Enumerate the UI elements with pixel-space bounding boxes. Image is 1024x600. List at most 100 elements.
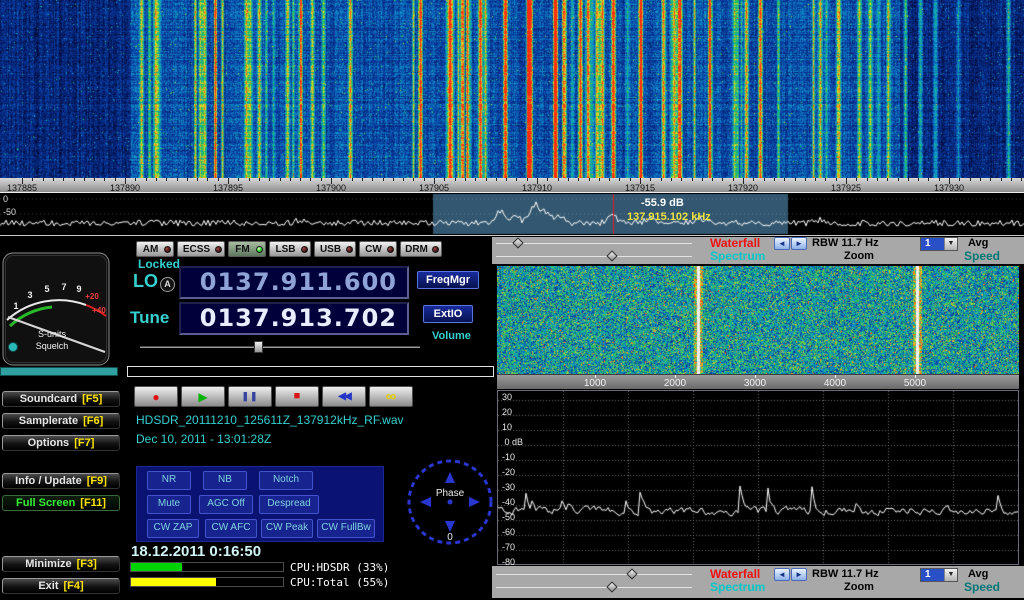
tune-frequency-display[interactable]: 0137.913.702 — [179, 302, 409, 335]
loop-icon: ∞ — [386, 390, 397, 404]
sidebar-button-full-screen[interactable]: Full Screen[F11] — [2, 495, 120, 511]
af-scroll-right-button[interactable]: ► — [791, 568, 807, 581]
squelch-level-bar[interactable] — [127, 366, 494, 377]
ruler-tick — [980, 178, 981, 181]
phase-dial[interactable]: Phase 0 — [404, 456, 496, 548]
af-waterfall-amplitude-slider[interactable] — [496, 568, 692, 581]
sub-waterfall-display[interactable] — [497, 266, 1019, 374]
dsp-button-cw-peak[interactable]: CW Peak — [261, 519, 313, 538]
loop-button[interactable]: ∞ — [369, 386, 413, 407]
mode-button-am[interactable]: AM — [136, 241, 174, 257]
dsp-button-notch[interactable]: Notch — [259, 471, 313, 490]
spectrum-db-label-m50: -50 — [3, 207, 16, 217]
rf-avg-select[interactable]: 1 ▼ — [920, 237, 958, 251]
lo-frequency-display[interactable]: 0137.911.600 — [179, 266, 409, 299]
ruler-frequency-label: 137920 — [728, 183, 758, 193]
sidebar-button-fkey: [F9] — [87, 475, 107, 487]
mode-button-ecss[interactable]: ECSS — [177, 241, 225, 257]
pause-button[interactable]: ❚❚ — [228, 386, 272, 407]
ruler-tick — [444, 178, 445, 181]
scale-label: 1000 — [584, 378, 606, 389]
ruler-tick — [486, 178, 487, 181]
play-button[interactable]: ▶ — [181, 386, 225, 407]
rf-zoom-slider-handle[interactable] — [606, 250, 617, 261]
ruler-tick — [94, 178, 95, 181]
sub-spectrum-area[interactable]: 302010 0 dB-10-20-30-40-50-60-70-80 — [497, 390, 1019, 565]
dsp-panel: NR NB Notch Mute AGC Off Despread CW ZAP CW AFC… — [136, 466, 384, 542]
rf-scroll-right-button[interactable]: ► — [791, 237, 807, 250]
sidebar-button-minimize[interactable]: Minimize[F3] — [2, 556, 120, 572]
sidebar-button-exit[interactable]: Exit[F4] — [2, 578, 120, 594]
dsp-button-nr[interactable]: NR — [147, 471, 191, 490]
ruler-tick — [527, 178, 528, 181]
record-button[interactable]: ● — [134, 386, 178, 407]
cpu-hdsdr-bar — [130, 562, 284, 572]
svg-text:0: 0 — [447, 532, 453, 543]
ruler-frequency-label: 137930 — [934, 183, 964, 193]
rf-spectrum-label: Spectrum — [710, 250, 765, 263]
db-scale-label: 10 — [502, 422, 512, 432]
ruler-tick — [856, 178, 857, 181]
recording-filename: HDSDR_20111210_125611Z_137912kHz_RF.wav — [136, 413, 404, 427]
dsp-button-nb[interactable]: NB — [203, 471, 247, 490]
rf-waterfall-slider-handle[interactable] — [512, 237, 523, 248]
rf-waterfall-amplitude-slider[interactable] — [496, 237, 692, 250]
ruler-tick — [74, 178, 75, 181]
sidebar-button-info-update[interactable]: Info / Update[F9] — [2, 473, 120, 489]
mode-button-label: USB — [320, 244, 341, 255]
freqmgr-button[interactable]: FreqMgr — [417, 271, 479, 289]
sidebar-button-fkey: [F6] — [83, 415, 103, 427]
mode-button-drm[interactable]: DRM — [400, 241, 442, 257]
af-speed-label: Speed — [964, 581, 1000, 594]
mode-selector: AM ECSS FMLSB USB CWDRM — [136, 241, 456, 257]
ruler-tick — [455, 178, 456, 181]
rf-scroll-left-button[interactable]: ◄ — [774, 237, 790, 250]
combo-arrow-icon[interactable]: ▼ — [944, 569, 957, 581]
mode-button-lsb[interactable]: LSB — [269, 241, 311, 257]
mode-button-label: AM — [143, 244, 159, 255]
frequency-ruler[interactable]: 1378851378901378951379001379051379101379… — [0, 178, 1024, 193]
mode-button-fm[interactable]: FM — [228, 241, 266, 257]
sidebar-button-soundcard[interactable]: Soundcard[F5] — [2, 391, 120, 407]
ruler-tick — [774, 178, 775, 181]
sub-spectrum-display[interactable] — [498, 391, 1018, 564]
ruler-tick — [1011, 178, 1012, 181]
dsp-button-despread[interactable]: Despread — [259, 495, 319, 514]
local-time-clock: 18.12.2011 0:16:50 — [131, 543, 261, 560]
sidebar-button-samplerate[interactable]: Samplerate[F6] — [2, 413, 120, 429]
volume-slider-handle[interactable] — [254, 341, 263, 353]
scale-label: 2000 — [664, 378, 686, 389]
lo-lock-button[interactable]: A — [160, 277, 175, 292]
rf-zoom-slider[interactable] — [496, 250, 692, 263]
main-spectrum-area[interactable]: 0 -50 -55.9 dB 137.915.102 kHz — [0, 193, 1024, 236]
main-waterfall-display[interactable] — [0, 0, 1024, 178]
dsp-button-cw-zap[interactable]: CW ZAP — [147, 519, 199, 538]
af-scroll-left-button[interactable]: ◄ — [774, 568, 790, 581]
ruler-tick — [321, 178, 322, 181]
mode-button-usb[interactable]: USB — [314, 241, 356, 257]
sidebar-button-label: Soundcard — [20, 393, 77, 405]
stop-button[interactable]: ■ — [275, 386, 319, 407]
combo-arrow-icon[interactable]: ▼ — [944, 238, 957, 250]
af-avg-select[interactable]: 1 ▼ — [920, 568, 958, 582]
mode-led-icon — [215, 246, 222, 253]
af-zoom-slider[interactable] — [496, 581, 692, 594]
ruler-tick — [43, 178, 44, 181]
sidebar-button-options[interactable]: Options[F7] — [2, 435, 120, 451]
volume-slider[interactable] — [140, 346, 420, 348]
af-waterfall-slider-handle[interactable] — [626, 568, 637, 579]
dsp-button-cw-fullbw[interactable]: CW FullBw — [317, 519, 375, 538]
ruler-tick — [156, 178, 157, 181]
ruler-tick — [970, 178, 971, 181]
rewind-button[interactable]: ◀◀ — [322, 386, 366, 407]
mode-button-label: ECSS — [183, 244, 210, 255]
extio-button[interactable]: ExtIO — [423, 305, 473, 323]
dsp-button-mute[interactable]: Mute — [147, 495, 191, 514]
main-spectrum-display[interactable] — [0, 193, 1024, 235]
record-icon: ● — [152, 391, 159, 403]
pause-icon: ❚❚ — [241, 391, 258, 402]
af-zoom-slider-handle[interactable] — [606, 581, 617, 592]
mode-button-cw[interactable]: CW — [359, 241, 397, 257]
dsp-button-cw-afc[interactable]: CW AFC — [205, 519, 257, 538]
dsp-button-agc-off[interactable]: AGC Off — [199, 495, 253, 514]
